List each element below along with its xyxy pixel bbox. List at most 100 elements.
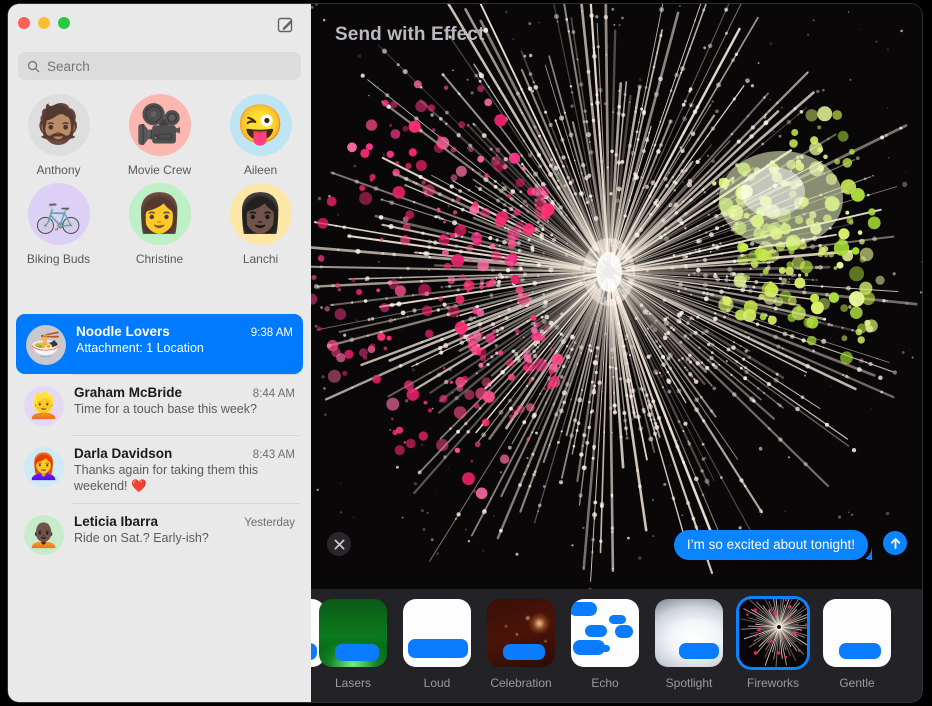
pinned-conversation-lanchi[interactable]: 👩🏿 Lanchi [210, 183, 311, 266]
effect-preview-stage[interactable]: Send with Effect I’m so excited about to… [311, 4, 922, 589]
conversation-row[interactable]: 🍜 Noodle Lovers 9:38 AM Attachment: 1 Locat… [16, 314, 303, 374]
effect-option-fireworks[interactable]: Fireworks [731, 599, 815, 690]
close-x-icon [334, 539, 344, 549]
effects-tray: Lasers Loud Celebration Echo Spotlight Firewo… [311, 589, 922, 702]
conversation-timestamp: 8:43 AM [252, 449, 295, 461]
pinned-conversation-label: Biking Buds [26, 252, 91, 266]
avatar: 🎥 [128, 94, 191, 156]
avatar-glyph: 👩‍🦰 [28, 452, 60, 481]
effect-label: Fireworks [746, 676, 799, 690]
conversation-row[interactable]: 👱 Graham McBride 8:44 AM Time for a touch b… [14, 375, 305, 435]
conversation-body: Darla Davidson 8:43 AM Thanks again for ta… [74, 445, 295, 494]
effect-thumb-bubble [615, 625, 633, 638]
avatar: 👱 [24, 386, 64, 426]
close-window-button[interactable] [18, 17, 30, 29]
avatar-glyph: 🧑🏿‍🦲 [28, 520, 60, 549]
pinned-conversation-label: Anthony [36, 163, 81, 177]
conversation-row[interactable]: 👩‍🦰 Darla Davidson 8:43 AM Thanks again for… [14, 436, 305, 503]
minimize-window-button[interactable] [38, 17, 50, 29]
effect-thumbnail [319, 599, 387, 667]
avatar-glyph: 🧔🏽 [34, 104, 83, 146]
effect-thumbnail-frame [655, 599, 723, 667]
pinned-conversation-aileen[interactable]: 😜 Aileen [210, 94, 311, 177]
effect-thumb-bubble [408, 639, 468, 658]
effect-option-echo[interactable]: Echo [563, 599, 647, 690]
effect-label: Spotlight [665, 676, 713, 690]
compose-pencil-square-icon [277, 17, 293, 33]
effect-label: Loud [423, 676, 451, 690]
conversation-timestamp: Yesterday [244, 517, 295, 530]
effect-thumbnail-frame [823, 599, 891, 667]
avatar: 🍜 [26, 325, 66, 365]
window-traffic-lights [18, 17, 70, 29]
conversation-header: Darla Davidson 8:43 AM [74, 446, 295, 461]
outgoing-message-bubble[interactable]: I’m so excited about tonight! [673, 530, 868, 560]
conversation-preview: Attachment: 1 Location [76, 341, 204, 355]
avatar: 👩‍🦰 [24, 447, 64, 487]
pinned-conversation-label: Lanchi [242, 252, 279, 266]
effect-label: Celebration [490, 676, 552, 690]
conversation-timestamp: 9:38 AM [250, 327, 293, 339]
avatar-glyph: 👩 [135, 193, 184, 235]
effect-thumbnail-frame [739, 599, 807, 667]
effect-option-lasers[interactable]: Lasers [311, 599, 395, 690]
effect-thumb-bubble [609, 615, 626, 624]
effect-label: Gentle [839, 676, 875, 690]
conversation-row[interactable]: 🧑🏿‍🦲 Leticia Ibarra Yesterday Ride on Sat.?… [14, 504, 305, 564]
conversation-preview: Thanks again for taking them this weeken… [74, 463, 259, 493]
pinned-conversation-biking-buds[interactable]: 🚲 Biking Buds [8, 183, 109, 266]
avatar-glyph: 🍜 [30, 330, 62, 359]
conversation-body: Graham McBride 8:44 AM Time for a touch ba… [74, 384, 295, 418]
pinned-conversation-anthony[interactable]: 🧔🏽 Anthony [8, 94, 109, 177]
send-arrow-up-icon [890, 537, 900, 549]
effect-thumb-bubble [585, 625, 607, 637]
close-effect-button[interactable] [327, 532, 351, 556]
effect-thumb-bubble [503, 644, 545, 660]
conversation-preview: Ride on Sat.? Early-ish? [74, 531, 209, 546]
effect-thumbnail [571, 599, 639, 667]
send-button[interactable] [883, 531, 907, 555]
sidebar: Search 🧔🏽 Anthony 🎥 Movie Crew 😜 Aileen 🚲 Bikin… [8, 4, 311, 702]
avatar-glyph: 👩🏿 [236, 193, 285, 235]
avatar-glyph: 👱 [28, 391, 60, 420]
effect-thumbnail [823, 599, 891, 667]
effect-thumbnail-frame [487, 599, 555, 667]
effect-option-celebration[interactable]: Celebration [479, 599, 563, 690]
conversation-body: Noodle Lovers 9:38 AM Attachment: 1 Locati… [76, 323, 293, 357]
effect-label: Echo [591, 676, 619, 690]
avatar: 🚲 [27, 183, 90, 245]
pinned-conversation-label: Aileen [243, 163, 278, 177]
effect-thumbnail [739, 599, 807, 667]
page-title: Send with Effect [335, 24, 485, 45]
fireworks-effect-animation [311, 4, 922, 589]
pinned-conversation-movie-crew[interactable]: 🎥 Movie Crew [109, 94, 210, 177]
fireworks-thumb-burst [739, 599, 807, 667]
maximize-window-button[interactable] [58, 17, 70, 29]
effect-thumb-bubble [679, 643, 719, 659]
effect-thumbnail-frame [403, 599, 471, 667]
conversation-list: 🍜 Noodle Lovers 9:38 AM Attachment: 1 Locat… [8, 314, 311, 564]
avatar-glyph: 🚲 [34, 193, 83, 235]
effect-thumbnail-frame [319, 599, 387, 667]
messages-window: Search 🧔🏽 Anthony 🎥 Movie Crew 😜 Aileen 🚲 Bikin… [8, 4, 922, 702]
effect-thumb-bubble [839, 643, 881, 659]
avatar: 👩🏿 [229, 183, 292, 245]
pinned-conversation-christine[interactable]: 👩 Christine [109, 183, 210, 266]
avatar: 👩 [128, 183, 191, 245]
effect-option-gentle[interactable]: Gentle [815, 599, 899, 690]
conversation-name: Noodle Lovers [76, 324, 170, 339]
effect-option-loud[interactable]: Loud [395, 599, 479, 690]
conversation-preview: Time for a touch base this week? [74, 402, 257, 416]
effect-thumb-bubble [597, 645, 610, 652]
avatar: 🧑🏿‍🦲 [24, 515, 64, 556]
pinned-conversations-grid: 🧔🏽 Anthony 🎥 Movie Crew 😜 Aileen 🚲 Biking Buds 👩… [8, 94, 311, 266]
conversation-header: Noodle Lovers 9:38 AM [76, 324, 293, 339]
avatar: 😜 [229, 94, 292, 156]
effect-option-spotlight[interactable]: Spotlight [647, 599, 731, 690]
search-input[interactable]: Search [18, 52, 301, 80]
effect-thumb-bubble [311, 643, 317, 660]
effect-thumbnail [655, 599, 723, 667]
compose-new-message-button[interactable] [275, 14, 297, 36]
avatar-glyph: 🎥 [135, 104, 184, 146]
effect-thumbnail-frame [571, 599, 639, 667]
